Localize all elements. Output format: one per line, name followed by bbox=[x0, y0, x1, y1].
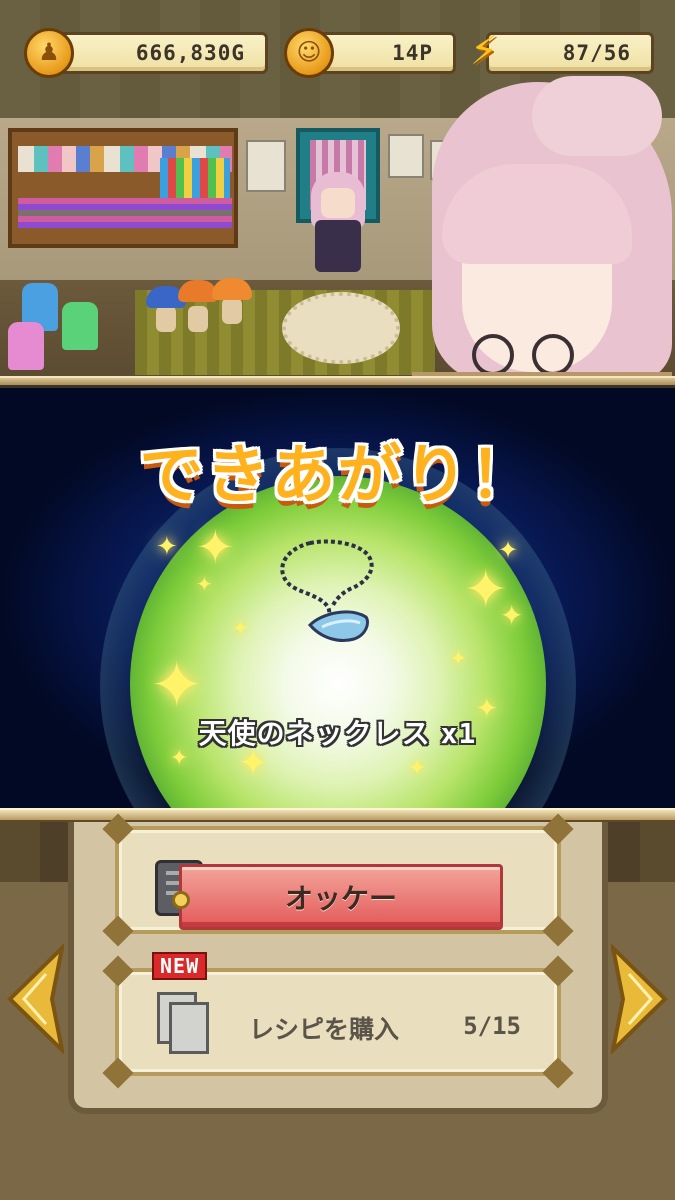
sparkle-icon: ✦ bbox=[498, 536, 519, 564]
ok-button[interactable]: オッケー bbox=[172, 864, 503, 930]
mannequin bbox=[62, 302, 98, 350]
craft-result-panel: できあがり！ ✦ ✦ ✦ ✦ ✦ ✦ ✦ ✦ ✦ ✦ ✦ ✦ ✦ 天使のネックレ… bbox=[0, 388, 675, 813]
lightning-bolt-icon: ⚡ bbox=[470, 28, 499, 74]
points-counter: 14P ☺ bbox=[284, 28, 456, 78]
recipe-pages-icon bbox=[157, 992, 217, 1056]
gold-counter: 666,830G ♟ bbox=[24, 28, 268, 78]
glasses-icon bbox=[472, 334, 514, 376]
bottom-menu-area: オッケー レシピを購入 5/15 NEW bbox=[0, 813, 675, 1200]
sparkle-icon: ✦ bbox=[408, 756, 427, 781]
angel-necklace-icon bbox=[270, 533, 400, 653]
smile-coin-icon: ☺ bbox=[284, 28, 334, 78]
character-portrait bbox=[392, 72, 675, 385]
points-value: 14P bbox=[392, 41, 433, 65]
hat-display bbox=[212, 278, 252, 300]
wall-poster bbox=[246, 140, 286, 192]
crafted-item-label: 天使のネックレス x1 bbox=[0, 712, 675, 752]
sparkle-icon: ✦ bbox=[500, 599, 524, 632]
mannequin bbox=[8, 322, 44, 370]
sparkle-icon: ✦ bbox=[150, 649, 204, 723]
shopkeeper-sprite bbox=[305, 172, 371, 280]
result-headline: できあがり！ bbox=[139, 439, 536, 513]
gold-coin-icon: ♟ bbox=[24, 28, 74, 78]
buy-recipe-label: レシピを購入 bbox=[249, 1015, 400, 1044]
sparkle-icon: ✦ bbox=[156, 532, 178, 562]
gold-value: 666,830G bbox=[135, 41, 245, 65]
buy-recipe-button[interactable]: レシピを購入 5/15 bbox=[102, 955, 574, 1089]
item-name: 天使のネックレス bbox=[198, 717, 431, 750]
ok-button-label: オッケー bbox=[284, 882, 397, 915]
ok-card: オッケー bbox=[102, 813, 574, 947]
thread-rack bbox=[160, 158, 230, 198]
sparkle-icon: ✦ bbox=[450, 646, 467, 670]
sparkle-icon: ✦ bbox=[196, 572, 213, 596]
item-quantity: x1 bbox=[440, 717, 477, 750]
stamina-counter: 87/56 ⚡ bbox=[466, 28, 654, 78]
arrow-left-icon[interactable] bbox=[6, 942, 66, 1056]
lace-rug bbox=[282, 292, 400, 364]
arrow-right-icon[interactable] bbox=[609, 942, 669, 1056]
recipe-count: 5/15 bbox=[463, 1012, 521, 1040]
scene-divider bbox=[0, 376, 675, 385]
sparkle-icon: ✦ bbox=[196, 520, 235, 574]
sparkle-icon: ✦ bbox=[232, 616, 249, 640]
stamina-value: 87/56 bbox=[562, 41, 631, 65]
new-badge: NEW bbox=[152, 952, 208, 980]
result-divider bbox=[0, 808, 675, 822]
